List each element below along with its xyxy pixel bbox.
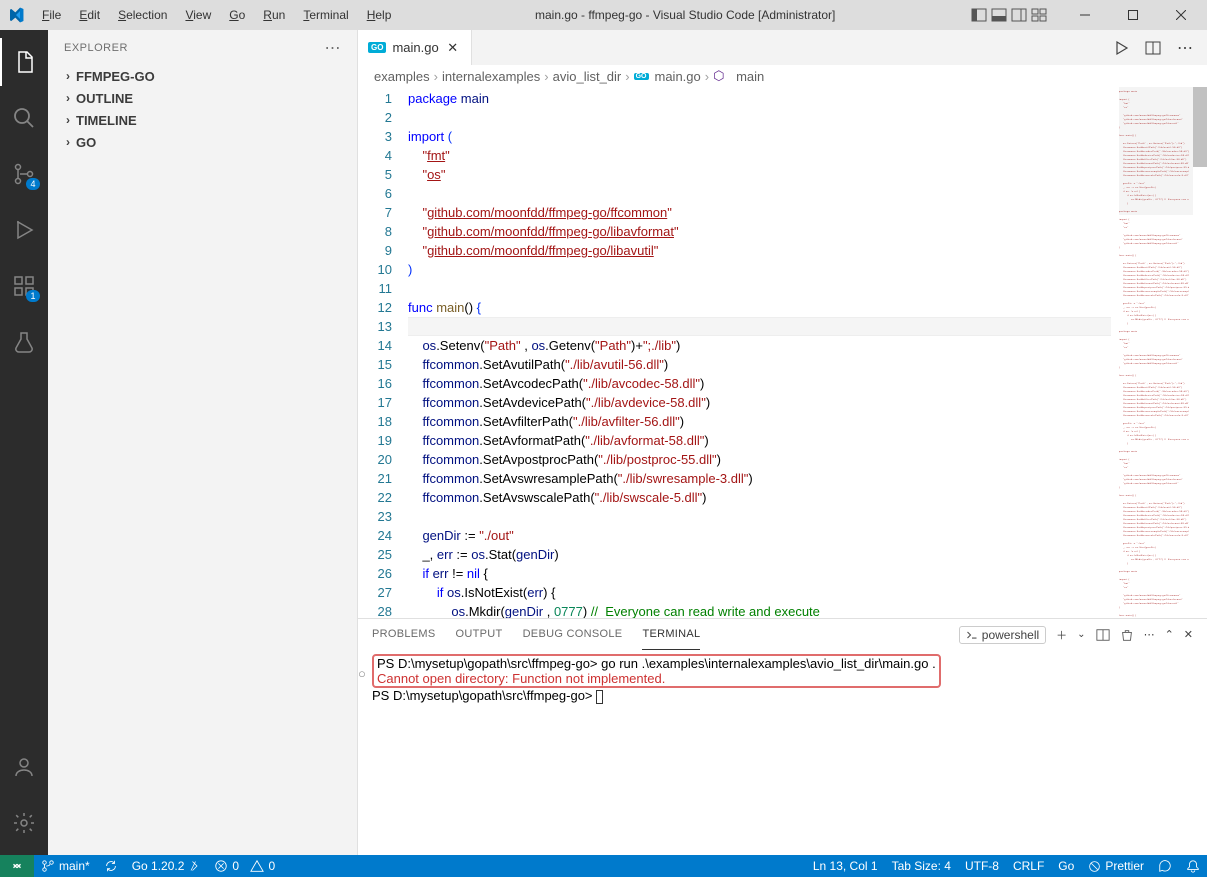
- tree-folder-root[interactable]: ›FFMPEG-GO: [48, 65, 357, 87]
- terminal-cmd: go run .\examples\internalexamples\avio_…: [601, 656, 936, 671]
- run-file-icon[interactable]: [1111, 38, 1131, 58]
- breadcrumbs[interactable]: examples› internalexamples› avio_list_di…: [358, 65, 1207, 87]
- status-encoding[interactable]: UTF-8: [958, 855, 1006, 877]
- status-problems[interactable]: 0 0: [207, 855, 282, 877]
- status-sync[interactable]: [97, 855, 125, 877]
- close-button[interactable]: [1163, 1, 1199, 29]
- panel-tab-output[interactable]: OUTPUT: [456, 619, 503, 650]
- panel-more-icon[interactable]: ⋯: [1144, 628, 1155, 641]
- terminal-prompt: PS D:\mysetup\gopath\src\ffmpeg-go>: [372, 688, 596, 703]
- menu-selection[interactable]: Selection: [110, 4, 175, 26]
- activity-extensions[interactable]: 1: [0, 262, 48, 310]
- terminal-error: Cannot open directory: Function not impl…: [377, 671, 665, 686]
- status-cursor-pos[interactable]: Ln 13, Col 1: [806, 855, 885, 877]
- explorer-title: EXPLORER: [64, 42, 128, 54]
- panel-maximize-icon[interactable]: ⌃: [1165, 628, 1174, 641]
- terminal-new-icon[interactable]: ＋: [1056, 627, 1067, 643]
- activity-search[interactable]: [0, 94, 48, 142]
- status-bar: main* Go 1.20.2 0 0 Ln 13, Col 1 Tab Siz…: [0, 855, 1207, 877]
- terminal-output[interactable]: ○ PS D:\mysetup\gopath\src\ffmpeg-go> go…: [358, 650, 1207, 855]
- window-title: main.go - ffmpeg-go - Visual Studio Code…: [399, 8, 971, 22]
- editor-tabs: GO main.go ✕ ⋯: [358, 30, 1207, 65]
- menu-run[interactable]: Run: [255, 4, 293, 26]
- menu-edit[interactable]: Edit: [71, 4, 108, 26]
- terminal-shell-select[interactable]: powershell: [959, 626, 1046, 644]
- menu-file[interactable]: File: [34, 4, 69, 26]
- status-eol[interactable]: CRLF: [1006, 855, 1051, 877]
- line-gutter: 1234567891011121314151617181920212223242…: [358, 87, 408, 618]
- explorer-more-icon[interactable]: ⋯: [325, 38, 342, 58]
- code-content[interactable]: package mainimport ( "fmt" "os" "github.…: [408, 87, 1111, 618]
- symbol-icon: ⬡: [713, 68, 724, 84]
- tree-outline[interactable]: ›OUTLINE: [48, 87, 357, 109]
- panel-tab-debug[interactable]: DEBUG CONSOLE: [523, 619, 623, 650]
- menu-bar: File Edit Selection View Go Run Terminal…: [34, 4, 399, 26]
- maximize-button[interactable]: [1115, 1, 1151, 29]
- menu-help[interactable]: Help: [359, 4, 400, 26]
- minimap-scrollbar[interactable]: [1193, 87, 1207, 167]
- go-file-icon: GO: [368, 42, 386, 53]
- go-file-icon: GO: [634, 73, 649, 80]
- menu-go[interactable]: Go: [221, 4, 253, 26]
- layout-customize-icon[interactable]: [1031, 7, 1047, 23]
- remote-button[interactable]: [0, 855, 34, 877]
- explorer-sidebar: EXPLORER ⋯ ›FFMPEG-GO ›OUTLINE ›TIMELINE…: [48, 30, 358, 855]
- panel-tab-problems[interactable]: PROBLEMS: [372, 619, 436, 650]
- chevron-down-icon[interactable]: ⌄: [1077, 629, 1085, 640]
- layout-panel-bottom-icon[interactable]: [991, 7, 1007, 23]
- activity-settings[interactable]: [0, 799, 48, 847]
- ext-badge: 1: [26, 290, 40, 302]
- terminal-prompt: PS D:\mysetup\gopath\src\ffmpeg-go>: [377, 656, 601, 671]
- editor-area: GO main.go ✕ ⋯ examples› internalexample…: [358, 30, 1207, 855]
- terminal-kill-icon[interactable]: [1120, 628, 1134, 642]
- activity-explorer[interactable]: [0, 38, 48, 86]
- tree-timeline[interactable]: ›TIMELINE: [48, 109, 357, 131]
- panel-tab-terminal[interactable]: TERMINAL: [642, 619, 700, 650]
- layout-panel-left-icon[interactable]: [971, 7, 987, 23]
- status-tab-size[interactable]: Tab Size: 4: [885, 855, 958, 877]
- split-editor-icon[interactable]: [1143, 38, 1163, 58]
- activity-debug[interactable]: [0, 206, 48, 254]
- tree-go[interactable]: ›GO: [48, 131, 357, 153]
- bottom-panel: PROBLEMS OUTPUT DEBUG CONSOLE TERMINAL p…: [358, 618, 1207, 855]
- status-language[interactable]: Go: [1051, 855, 1081, 877]
- status-feedback[interactable]: [1151, 855, 1179, 877]
- menu-view[interactable]: View: [177, 4, 219, 26]
- editor-more-icon[interactable]: ⋯: [1175, 38, 1195, 58]
- terminal-split-icon[interactable]: [1096, 628, 1110, 642]
- menu-terminal[interactable]: Terminal: [295, 4, 356, 26]
- minimize-button[interactable]: [1067, 1, 1103, 29]
- activity-scm[interactable]: 4: [0, 150, 48, 198]
- layout-panel-right-icon[interactable]: [1011, 7, 1027, 23]
- activity-bar: 4 1: [0, 30, 48, 855]
- minimap[interactable]: package main import ( "fmt" "os" "github…: [1111, 87, 1207, 618]
- activity-testing[interactable]: [0, 318, 48, 366]
- panel-close-icon[interactable]: ✕: [1184, 628, 1193, 641]
- status-go-version[interactable]: Go 1.20.2: [125, 855, 208, 877]
- tab-main-go[interactable]: GO main.go ✕: [358, 30, 472, 65]
- vscode-logo-icon: [8, 7, 24, 23]
- status-prettier[interactable]: Prettier: [1081, 855, 1151, 877]
- terminal-cursor: [596, 690, 603, 704]
- code-editor[interactable]: 1234567891011121314151617181920212223242…: [358, 87, 1207, 618]
- tab-close-icon[interactable]: ✕: [445, 40, 461, 56]
- activity-accounts[interactable]: [0, 743, 48, 791]
- terminal-icon: [966, 629, 978, 641]
- status-branch[interactable]: main*: [34, 855, 97, 877]
- title-bar: File Edit Selection View Go Run Terminal…: [0, 0, 1207, 30]
- scm-badge: 4: [26, 178, 40, 190]
- status-bell[interactable]: [1179, 855, 1207, 877]
- tab-label: main.go: [392, 40, 438, 55]
